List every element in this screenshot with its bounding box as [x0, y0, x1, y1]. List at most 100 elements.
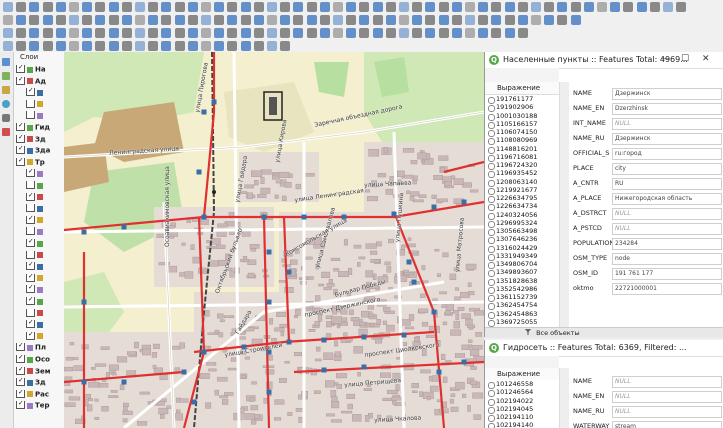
open-icon[interactable] — [201, 1, 211, 12]
search-icon[interactable] — [557, 14, 568, 25]
layer-checkbox[interactable]: ✓ — [16, 123, 25, 131]
layer-checkbox[interactable]: ✓ — [16, 401, 25, 410]
map-canvas[interactable]: Ленинградская улица улица Пирогова Заречна… — [64, 52, 484, 428]
feature-id-row[interactable]: 1362454754 — [485, 301, 559, 311]
layer-row[interactable]: ✓ — [26, 297, 45, 307]
layer-icon[interactable] — [148, 1, 159, 12]
feature-id-row[interactable]: 1226634795 — [485, 194, 559, 204]
zoom-out-icon[interactable] — [451, 27, 462, 38]
layer-icon[interactable] — [201, 14, 211, 25]
sum-icon[interactable] — [161, 14, 172, 25]
measure-icon[interactable] — [148, 14, 159, 25]
feature-id-row[interactable]: 1148816201 — [485, 145, 559, 154]
layer-checkbox[interactable]: ✓ — [16, 65, 25, 73]
select-icon[interactable] — [135, 14, 145, 25]
add-layer-icon[interactable] — [2, 58, 10, 66]
zoom-out-icon[interactable] — [108, 14, 119, 25]
sum-icon[interactable] — [663, 1, 673, 12]
feature-id-row[interactable]: 1001030188 — [485, 112, 559, 121]
layer-checkbox[interactable]: ✓ — [26, 285, 35, 294]
layer-icon[interactable] — [359, 27, 370, 38]
refresh-icon[interactable] — [517, 27, 528, 38]
layer-checkbox[interactable]: ✓ — [26, 215, 35, 224]
edit-icon[interactable] — [29, 14, 40, 25]
feature-id-row[interactable]: 1361152739 — [485, 293, 559, 303]
layer-row[interactable]: ✓ — [26, 88, 45, 98]
attribute-value-field[interactable]: 191 761 177 — [612, 268, 722, 280]
layer-icon[interactable] — [333, 1, 343, 12]
zoom-out-icon[interactable] — [478, 14, 489, 25]
zoom-in-icon[interactable] — [227, 1, 238, 12]
select-icon[interactable] — [267, 1, 277, 12]
feature-id-row[interactable]: 1349893607 — [485, 268, 559, 278]
node-icon[interactable] — [42, 14, 53, 25]
refresh-icon[interactable] — [491, 1, 502, 12]
layer-row[interactable]: ✓ Зд — [16, 134, 46, 145]
sum-icon[interactable] — [319, 27, 330, 38]
layer-checkbox[interactable]: ✓ — [26, 88, 35, 97]
identify-icon[interactable] — [280, 27, 291, 38]
feature-id-row[interactable]: 1196724320 — [485, 161, 559, 171]
feature-id-row[interactable]: 1352542986 — [485, 285, 559, 295]
measure-icon[interactable] — [649, 1, 660, 12]
search-icon[interactable] — [161, 27, 172, 38]
zoom-in-icon[interactable] — [42, 1, 53, 12]
edit-icon[interactable] — [214, 14, 225, 25]
open-icon[interactable] — [412, 27, 423, 38]
layer-checkbox[interactable]: ✓ — [16, 157, 25, 166]
select-icon[interactable] — [478, 27, 489, 38]
zoom-in-icon[interactable] — [280, 40, 291, 51]
layer-checkbox[interactable]: ✓ — [26, 273, 35, 282]
feature-id-row[interactable]: 1196935452 — [485, 169, 559, 179]
dialog-titlebar[interactable]: Q Населенные пункты :: Features Total: 4… — [485, 52, 723, 69]
feature-id-row[interactable]: 191902906 — [485, 103, 559, 113]
feature-id-row[interactable]: 1196716081 — [485, 153, 559, 163]
layer-icon[interactable] — [16, 40, 27, 51]
refresh-icon[interactable] — [333, 27, 343, 38]
layer-row[interactable]: ✓ Тер — [16, 401, 50, 411]
save-icon[interactable] — [55, 14, 66, 25]
layer-row[interactable]: ✓ Зда — [16, 146, 50, 156]
refresh-icon[interactable] — [174, 14, 185, 25]
layer-row[interactable] — [26, 99, 45, 110]
layer-icon[interactable] — [517, 1, 528, 12]
attribute-value-field[interactable]: node — [612, 253, 722, 265]
layer-row[interactable]: ✓ Ад — [16, 76, 46, 87]
feature-id-row[interactable]: 1296995324 — [485, 219, 559, 229]
attribute-value-field[interactable]: NULL — [612, 391, 722, 403]
zoom-out-icon[interactable] — [55, 1, 66, 12]
id-list-scrollbar[interactable] — [559, 82, 569, 327]
search-icon[interactable] — [3, 40, 13, 51]
edit-icon[interactable] — [399, 14, 409, 25]
identify-icon[interactable] — [491, 14, 502, 25]
save-icon[interactable] — [3, 1, 13, 12]
layer-checkbox[interactable] — [26, 111, 35, 120]
node-icon[interactable] — [227, 14, 238, 25]
edit-icon[interactable] — [531, 1, 541, 12]
open-icon[interactable] — [253, 14, 264, 25]
layer-row[interactable]: ✓ — [26, 262, 45, 272]
layer-row[interactable]: ✓ — [26, 320, 45, 330]
feature-id-row[interactable]: 102194140 — [485, 421, 559, 428]
zoom-in-icon[interactable] — [438, 27, 449, 38]
zoom-in-icon[interactable] — [280, 14, 291, 25]
close-icon[interactable]: ✕ — [702, 54, 710, 64]
zoom-out-icon[interactable] — [293, 14, 304, 25]
attribute-value-field[interactable]: Дзержинск — [612, 133, 722, 145]
feature-id-row[interactable]: 101246558 — [485, 380, 559, 390]
open-icon[interactable] — [16, 1, 27, 12]
save-icon[interactable] — [557, 1, 568, 12]
layer-row[interactable]: ✓ — [26, 331, 45, 342]
layer-checkbox[interactable]: ✓ — [26, 320, 35, 329]
search-icon[interactable] — [504, 1, 515, 12]
layer-row[interactable]: ✓ Зд — [16, 378, 46, 388]
feature-id-list[interactable]: 191761177 191902906 1001030188 1105166157 11… — [485, 95, 560, 327]
node-icon[interactable] — [227, 40, 238, 51]
zoom-in-icon[interactable] — [95, 14, 106, 25]
layer-row[interactable]: ✓ Осо — [16, 355, 50, 365]
select-icon[interactable] — [82, 1, 93, 12]
all-features-footer[interactable]: Все объекты — [485, 327, 723, 338]
zoom-out-icon[interactable] — [108, 40, 119, 51]
layer-row[interactable] — [26, 181, 45, 191]
identify-icon[interactable] — [253, 1, 264, 12]
